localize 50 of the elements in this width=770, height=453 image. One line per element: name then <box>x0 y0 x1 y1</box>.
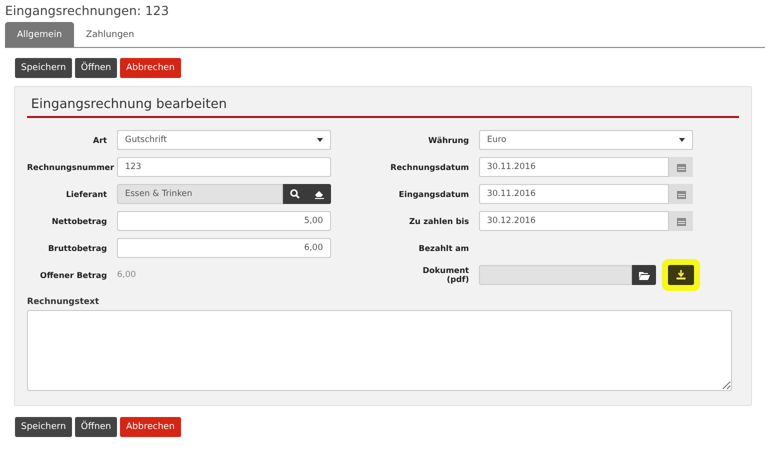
text-area[interactable] <box>27 310 732 391</box>
calendar-icon <box>676 190 686 198</box>
calendar-button[interactable] <box>669 184 693 204</box>
field-label: Art <box>92 136 108 144</box>
search-button[interactable] <box>283 184 307 204</box>
eraser-icon <box>314 189 324 199</box>
input-field[interactable]: 5,00 <box>117 211 331 231</box>
date-field[interactable]: 30.12.2016 <box>479 211 669 231</box>
amount-text: 6,00 <box>117 270 137 280</box>
field-label: Offener Betrag <box>39 270 108 280</box>
action-button[interactable]: Abbrechen <box>120 417 181 437</box>
field-label: Nettobetrag <box>50 216 108 226</box>
tab[interactable]: Zahlungen <box>74 22 146 47</box>
browse-button[interactable] <box>632 265 656 285</box>
calendar-button[interactable] <box>669 211 693 231</box>
search-icon <box>290 189 300 199</box>
field-label: Zu zahlen bis <box>409 216 470 226</box>
action-button[interactable]: Speichern <box>15 58 72 78</box>
folder-icon <box>638 270 650 280</box>
dropdown-caret-icon <box>317 138 323 142</box>
action-button[interactable]: Abbrechen <box>120 58 181 78</box>
file-field[interactable] <box>479 265 632 285</box>
calendar-button[interactable] <box>669 157 693 177</box>
input-field[interactable]: 6,00 <box>117 238 331 258</box>
field-label: Rechnungsdatum <box>390 162 470 172</box>
action-button[interactable]: Öffnen <box>74 58 118 78</box>
calendar-icon <box>676 216 686 226</box>
action-button[interactable]: Speichern <box>15 417 72 437</box>
field-label: Bezahlt am <box>418 244 470 252</box>
input-field[interactable]: 123 <box>117 157 331 177</box>
field-label: Eingangsdatum <box>398 190 470 198</box>
download-icon <box>676 270 686 280</box>
dropdown-caret-icon <box>679 138 685 142</box>
input-field[interactable]: Essen & Trinken <box>117 184 283 204</box>
date-field[interactable]: 30.11.2016 <box>479 184 669 204</box>
field-label: Bruttobetrag <box>47 244 108 252</box>
action-button[interactable]: Öffnen <box>74 417 118 437</box>
select-field[interactable]: Gutschrift <box>117 130 331 150</box>
clear-button[interactable] <box>307 184 331 204</box>
field-label: Rechnungstext <box>27 297 100 307</box>
date-field[interactable]: 30.11.2016 <box>479 157 669 177</box>
select-field[interactable]: Euro <box>479 130 693 150</box>
download-button[interactable] <box>668 265 694 285</box>
field-label: Lieferant <box>64 190 108 198</box>
calendar-icon <box>676 162 686 172</box>
panel-title: Eingangsrechnung bearbeiten <box>30 97 228 114</box>
page-title: Eingangsrechnungen: 123 <box>5 3 170 20</box>
field-label: Dokument (pdf) <box>422 266 470 284</box>
field-label: Währung <box>428 136 470 144</box>
tab[interactable]: Allgemein <box>5 22 74 47</box>
